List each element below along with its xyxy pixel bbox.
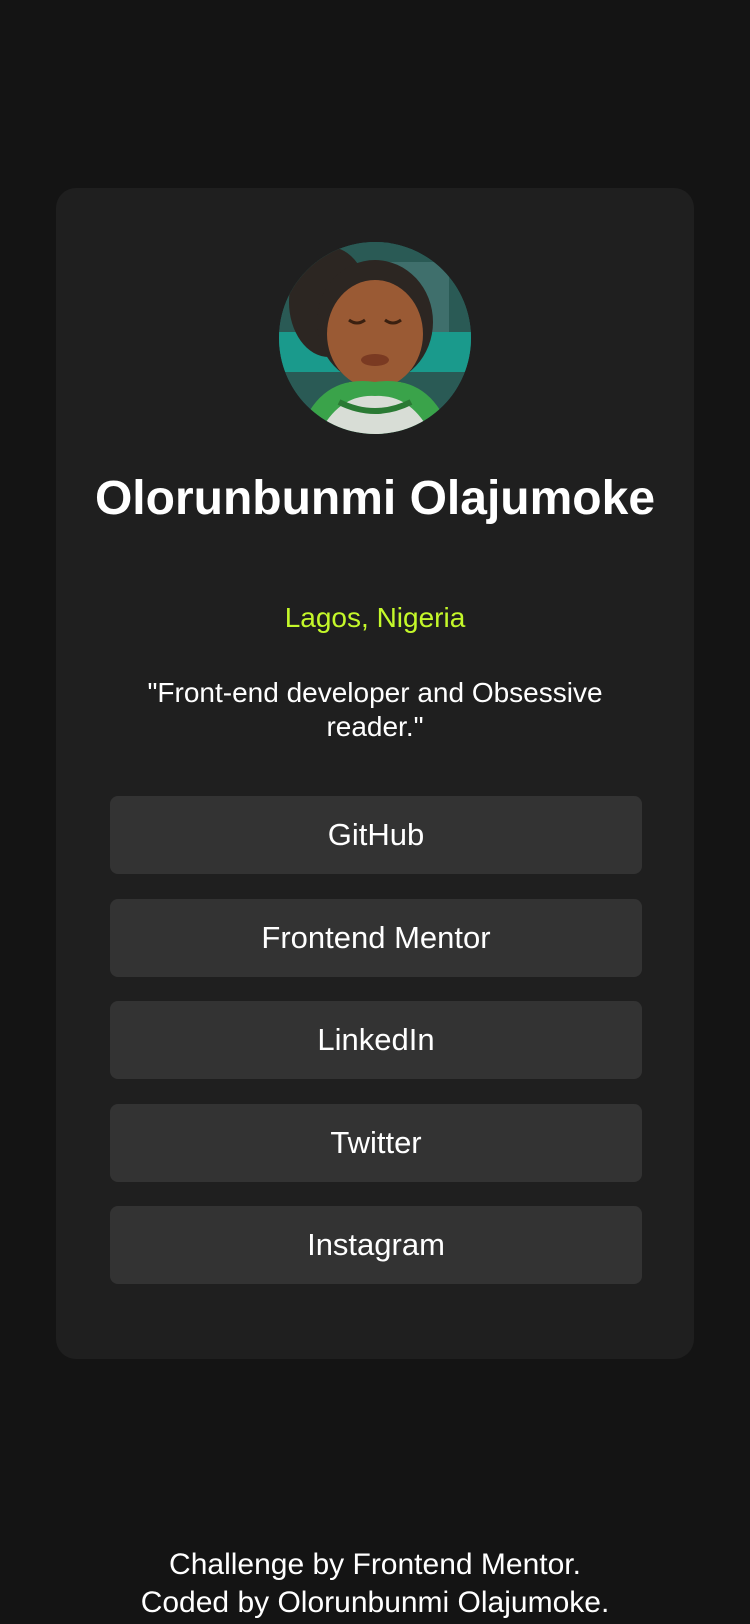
list-item: GitHub (110, 796, 642, 874)
twitter-link-button[interactable]: Twitter (110, 1103, 642, 1182)
instagram-link-button[interactable]: Instagram (110, 1206, 642, 1284)
avatar-illustration (279, 242, 471, 434)
footer-challenge-text: Challenge by Frontend Mentor. (169, 1548, 581, 1581)
avatar (279, 242, 471, 434)
footer-coded-by-text: Coded by Olorunbunmi Olajumoke. (140, 1586, 610, 1619)
list-item: Frontend Mentor (110, 898, 642, 977)
frontend-mentor-link-button[interactable]: Frontend Mentor (110, 898, 642, 977)
github-link-button[interactable]: GitHub (110, 796, 642, 874)
profile-name: Olorunbunmi Olajumoke (94, 472, 656, 525)
list-item: LinkedIn (110, 1001, 642, 1079)
profile-card: Olorunbunmi Olajumoke Lagos, Nigeria "Fr… (56, 188, 694, 1359)
linkedin-link-button[interactable]: LinkedIn (110, 1001, 642, 1079)
profile-bio: "Front-end developer and Obsessive reade… (147, 677, 603, 742)
list-item: Twitter (110, 1103, 642, 1182)
profile-location: Lagos, Nigeria (284, 602, 466, 633)
social-links-list: GitHub Frontend Mentor LinkedIn Twitter … (110, 796, 642, 1309)
attribution-footer: Challenge by Frontend Mentor. Coded by O… (0, 1546, 750, 1622)
list-item: Instagram (110, 1206, 642, 1284)
